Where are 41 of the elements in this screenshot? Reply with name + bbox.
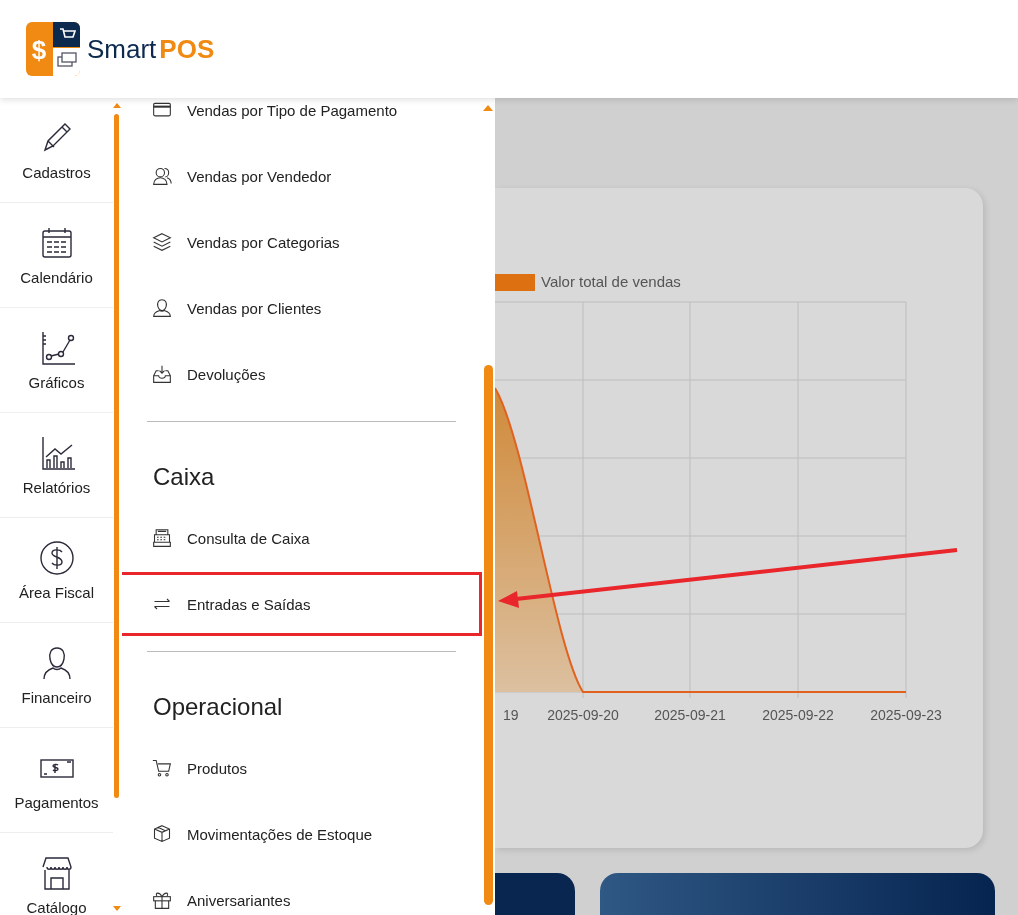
cart-icon bbox=[152, 758, 172, 778]
brand-accent: POS bbox=[159, 33, 215, 65]
menu-item[interactable]: Consulta de Caixa bbox=[122, 505, 483, 571]
menu-item[interactable]: Devoluções bbox=[122, 341, 483, 407]
section-heading: Operacional bbox=[152, 692, 284, 722]
inbox-icon bbox=[152, 364, 172, 384]
dollar-icon bbox=[38, 539, 75, 576]
brand-name: Smart bbox=[87, 33, 157, 65]
axis-label: 2025-09-22 bbox=[762, 707, 834, 723]
people-icon bbox=[152, 166, 172, 186]
box-icon bbox=[152, 824, 172, 844]
legend-label: Valor total de vendas bbox=[541, 273, 681, 290]
menu-item[interactable]: Aniversariantes bbox=[122, 867, 483, 915]
menu-item[interactable]: Produtos bbox=[122, 735, 483, 801]
axis-label: 2025-09-21 bbox=[654, 707, 726, 723]
rail-item[interactable]: Relatórios bbox=[0, 413, 113, 518]
menu-item[interactable]: Vendas por Clientes bbox=[122, 275, 483, 341]
rail-item[interactable]: Gráficos bbox=[0, 308, 113, 413]
scrollbar-thumb[interactable] bbox=[484, 365, 493, 905]
scrollbar-thumb[interactable] bbox=[114, 114, 119, 798]
layers-icon bbox=[152, 232, 172, 252]
gift-icon bbox=[152, 890, 172, 910]
menu-item[interactable]: Vendas por Tipo de Pagamento bbox=[122, 98, 483, 143]
axis-label: 2025-09-20 bbox=[547, 707, 619, 723]
menu-item[interactable]: Movimentações de Estoque bbox=[122, 801, 483, 867]
rail-item[interactable]: Calendário bbox=[0, 203, 113, 308]
logo-icon: $ bbox=[25, 21, 81, 77]
axis-label: 2025-09-23 bbox=[870, 707, 942, 723]
menu-item[interactable]: Vendas por Categorias bbox=[122, 209, 483, 275]
rail-item[interactable]: Catálogo bbox=[0, 833, 113, 915]
axis-label: 19 bbox=[503, 707, 519, 723]
rail-item[interactable]: Área Fiscal bbox=[0, 518, 113, 623]
rail-item[interactable]: Cadastros bbox=[0, 98, 113, 203]
person-icon bbox=[152, 298, 172, 318]
legend-swatch bbox=[495, 274, 535, 291]
highlighted-menu-item[interactable]: Entradas e Saídas bbox=[122, 571, 483, 637]
rail-item[interactable]: Financeiro bbox=[0, 623, 113, 728]
menu-item[interactable]: Vendas por Vendedor bbox=[122, 143, 483, 209]
section-heading: Caixa bbox=[152, 462, 216, 492]
rail-item[interactable]: Pagamentos bbox=[0, 728, 113, 833]
register-icon bbox=[152, 528, 172, 548]
